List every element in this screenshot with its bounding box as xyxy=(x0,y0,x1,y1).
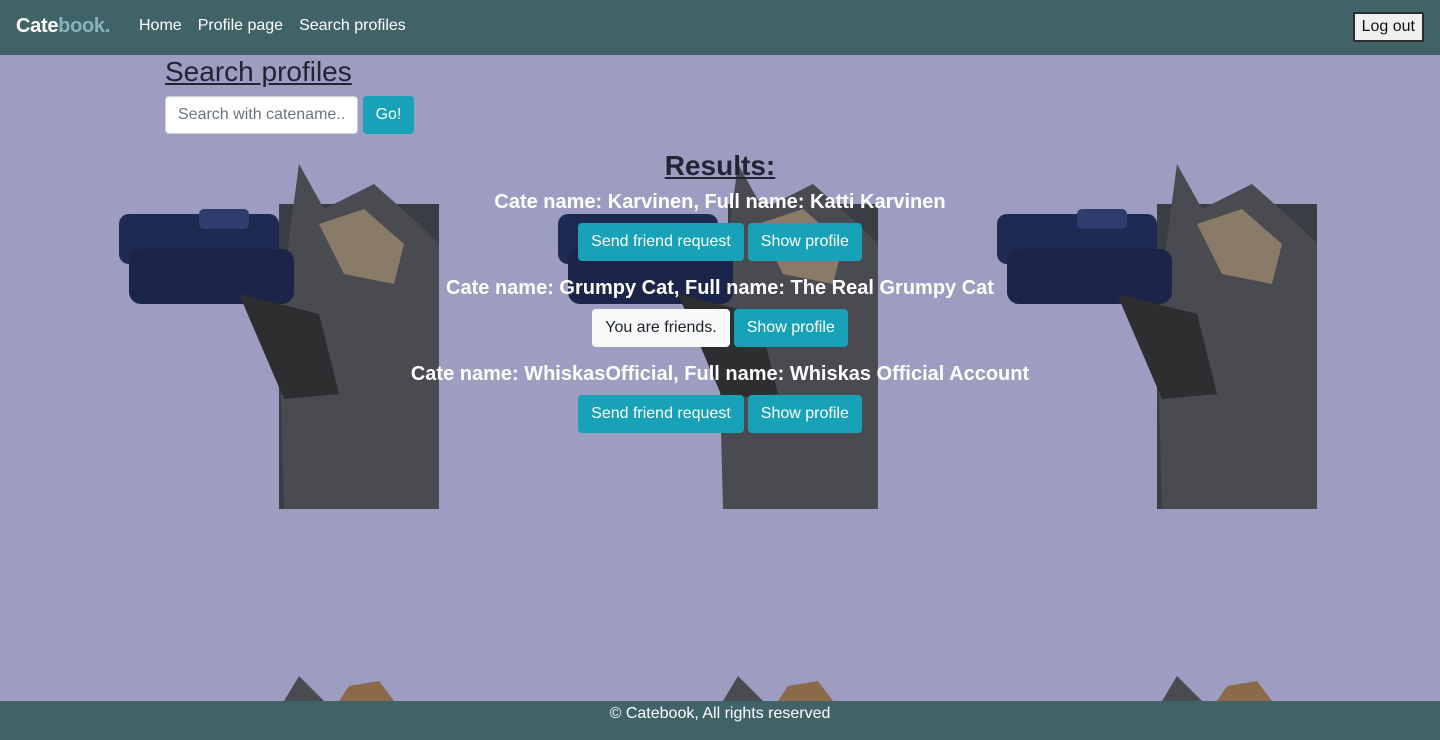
show-profile-button[interactable]: Show profile xyxy=(747,223,862,261)
send-friend-request-button[interactable]: Send friend request xyxy=(578,223,744,261)
footer: © Catebook, All rights reserved xyxy=(0,701,1440,740)
background-cat-image xyxy=(997,676,1317,701)
footer-text: © Catebook, All rights reserved xyxy=(609,705,831,722)
show-profile-button[interactable]: Show profile xyxy=(733,309,848,347)
logout-button[interactable]: Log out xyxy=(1352,12,1424,42)
go-button[interactable]: Go! xyxy=(363,96,414,134)
result-actions: Send friend request Show profile xyxy=(0,223,1440,261)
result-name: Cate name: Grumpy Cat, Full name: The Re… xyxy=(446,277,994,299)
result-name: Cate name: Karvinen, Full name: Katti Ka… xyxy=(494,191,946,213)
show-profile-button[interactable]: Show profile xyxy=(747,395,862,433)
nav-link-home[interactable]: Home xyxy=(139,17,182,35)
navbar: Catebook. Home Profile page Search profi… xyxy=(0,0,1440,55)
background-cat-image xyxy=(119,676,439,701)
brand-logo[interactable]: Catebook. xyxy=(16,15,110,38)
friends-status-button[interactable]: You are friends. xyxy=(592,309,730,347)
results-title: Results: xyxy=(664,150,776,181)
search-title: Search profiles xyxy=(165,56,352,87)
nav-links: Home Profile page Search profiles xyxy=(139,17,406,35)
nav-link-search-profiles[interactable]: Search profiles xyxy=(299,17,406,35)
result-actions: Send friend request Show profile xyxy=(0,395,1440,433)
brand-logo-part2: book. xyxy=(58,15,110,37)
background-cat-image xyxy=(558,676,878,701)
result-actions: You are friends. Show profile xyxy=(0,309,1440,347)
search-input[interactable] xyxy=(165,96,358,134)
send-friend-request-button[interactable]: Send friend request xyxy=(578,395,744,433)
nav-link-profile-page[interactable]: Profile page xyxy=(198,17,283,35)
brand-logo-part1: Cate xyxy=(16,15,59,37)
result-name: Cate name: WhiskasOfficial, Full name: W… xyxy=(410,363,1030,385)
